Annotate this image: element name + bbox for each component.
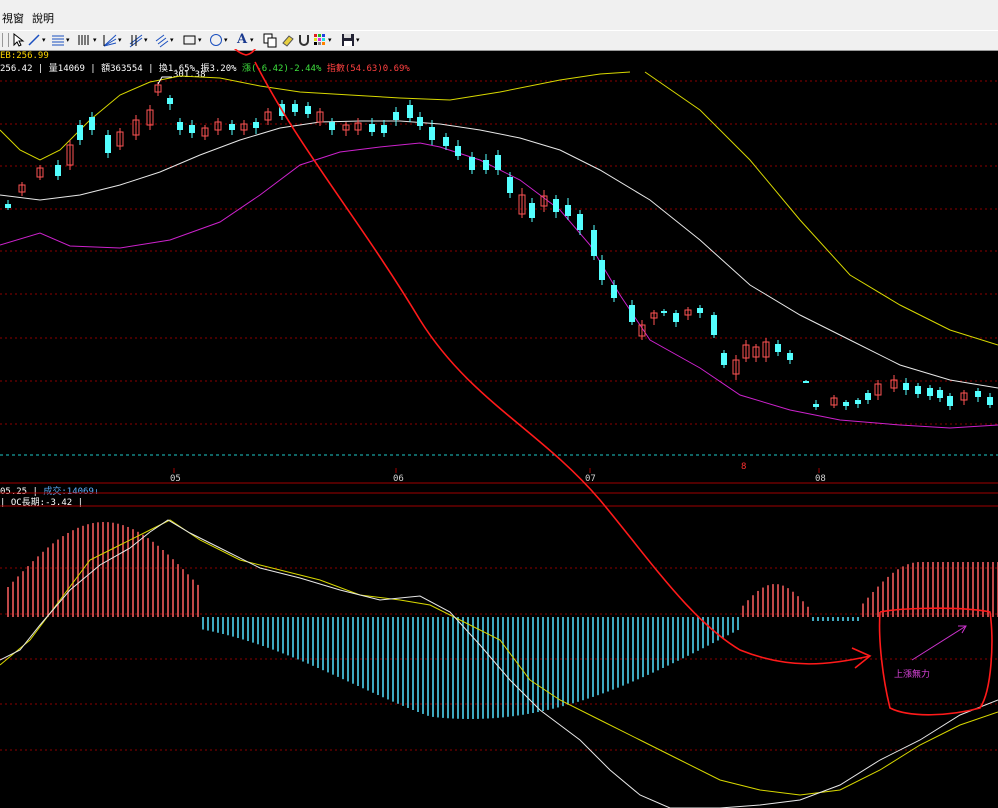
- candle-body-down: [369, 124, 375, 132]
- upper-band-line: [0, 71, 631, 161]
- candle-body-down: [529, 203, 535, 218]
- candle-body-down: [987, 397, 993, 405]
- candle-body-down: [721, 353, 727, 365]
- candle-body-down: [77, 125, 83, 140]
- candle-body-down: [292, 104, 298, 112]
- candle-body-down: [787, 353, 793, 360]
- parallel-lines-icon[interactable]: [154, 32, 170, 48]
- stock-chart[interactable]: [0, 49, 998, 808]
- candle-body-down: [599, 260, 605, 280]
- chevron-down-icon[interactable]: ▾: [198, 32, 202, 48]
- drag-handle-icon[interactable]: [2, 33, 9, 47]
- annotation-text: 上漲無力: [894, 670, 931, 680]
- chevron-down-icon[interactable]: ▾: [118, 32, 122, 48]
- candle-body-down: [865, 393, 871, 400]
- chevron-down-icon[interactable]: ▾: [144, 32, 148, 48]
- line-tool-icon[interactable]: [26, 32, 42, 48]
- candle-body-down: [329, 122, 335, 130]
- candle-body-down: [417, 117, 423, 126]
- rectangle-tool-icon[interactable]: [182, 32, 198, 48]
- candle-body-down: [469, 157, 475, 170]
- candle-body-down: [673, 313, 679, 322]
- candle-body-down: [697, 308, 703, 313]
- candle-body-down: [711, 315, 717, 335]
- candle-body-down: [915, 386, 921, 394]
- copy-icon[interactable]: [262, 32, 278, 48]
- candle-body-down: [89, 117, 95, 130]
- drawing-toolbar: ▾ ▾ ▾ ▾ ▾ ▾ ▾ ▾ A ▾ ▾ ▾: [0, 30, 998, 51]
- candle-body-down: [803, 381, 809, 383]
- multi-line-tool-icon[interactable]: [50, 32, 66, 48]
- select-arrow-icon[interactable]: [10, 32, 26, 48]
- macd-fast-line: [0, 519, 998, 808]
- chevron-down-icon[interactable]: ▾: [42, 32, 46, 48]
- candle-body-down: [507, 177, 513, 193]
- candle-body-down: [775, 344, 781, 352]
- candle-body-down: [495, 155, 501, 170]
- candle-body-down: [189, 125, 195, 133]
- candle-body-down: [903, 383, 909, 390]
- candle-body-down: [947, 396, 953, 406]
- candle-body-down: [455, 146, 461, 156]
- candle-body-down: [565, 205, 571, 216]
- ellipse-tool-icon[interactable]: [208, 32, 224, 48]
- candle-body-down: [591, 230, 597, 256]
- candle-body-down: [55, 165, 61, 176]
- vertical-lines-icon[interactable]: [76, 32, 92, 48]
- eraser-icon[interactable]: [280, 32, 296, 48]
- candle-body-down: [407, 105, 413, 118]
- macd-signal-line: [0, 519, 998, 796]
- chevron-down-icon[interactable]: ▾: [250, 32, 254, 48]
- candle-body-down: [927, 388, 933, 396]
- save-icon[interactable]: [340, 32, 356, 48]
- chevron-down-icon[interactable]: ▾: [170, 32, 174, 48]
- candle-body-down: [381, 125, 387, 133]
- candle-body-down: [577, 214, 583, 230]
- candle-body-down: [855, 400, 861, 404]
- chevron-down-icon[interactable]: ▾: [93, 32, 97, 48]
- candle-body-down: [975, 391, 981, 397]
- chevron-down-icon[interactable]: ▾: [224, 32, 228, 48]
- candle-body-down: [105, 135, 111, 153]
- candle-body-down: [611, 285, 617, 298]
- candle-body-down: [393, 112, 399, 120]
- menu-help[interactable]: 說明: [32, 10, 54, 26]
- annotation-arrow-line: [911, 625, 967, 661]
- candle-body-down: [5, 204, 11, 208]
- annotation-curve: [254, 61, 871, 665]
- lower-band-line: [0, 142, 998, 429]
- candle-body-down: [443, 137, 449, 146]
- candle-body-down: [483, 160, 489, 170]
- candle-body-down: [843, 402, 849, 406]
- text-tool-highlight-circle: [234, 49, 256, 56]
- candle-body-down: [661, 311, 667, 313]
- candle-body-down: [177, 122, 183, 130]
- candle-body-down: [305, 106, 311, 114]
- candle-body-down: [553, 199, 559, 212]
- candle-body-down: [813, 404, 819, 407]
- fan-lines-icon[interactable]: [102, 32, 118, 48]
- chevron-down-icon[interactable]: ▾: [66, 32, 70, 48]
- candle-body-down: [253, 122, 259, 128]
- chevron-down-icon[interactable]: ▾: [356, 32, 360, 48]
- chevron-down-icon[interactable]: ▾: [328, 32, 332, 48]
- annotation-box: [878, 607, 993, 716]
- text-tool-icon[interactable]: A: [234, 32, 250, 48]
- candle-body-down: [937, 390, 943, 398]
- candle-body-down: [229, 124, 235, 130]
- magnet-icon[interactable]: [296, 32, 312, 48]
- menu-window[interactable]: 視窗: [2, 10, 24, 26]
- channel-lines-icon[interactable]: [128, 32, 144, 48]
- menu-bar: 視窗 說明: [0, 0, 998, 31]
- candle-body-down: [167, 98, 173, 104]
- color-palette-icon[interactable]: [312, 32, 328, 48]
- candle-body-down: [629, 305, 635, 322]
- candle-body-down: [429, 127, 435, 140]
